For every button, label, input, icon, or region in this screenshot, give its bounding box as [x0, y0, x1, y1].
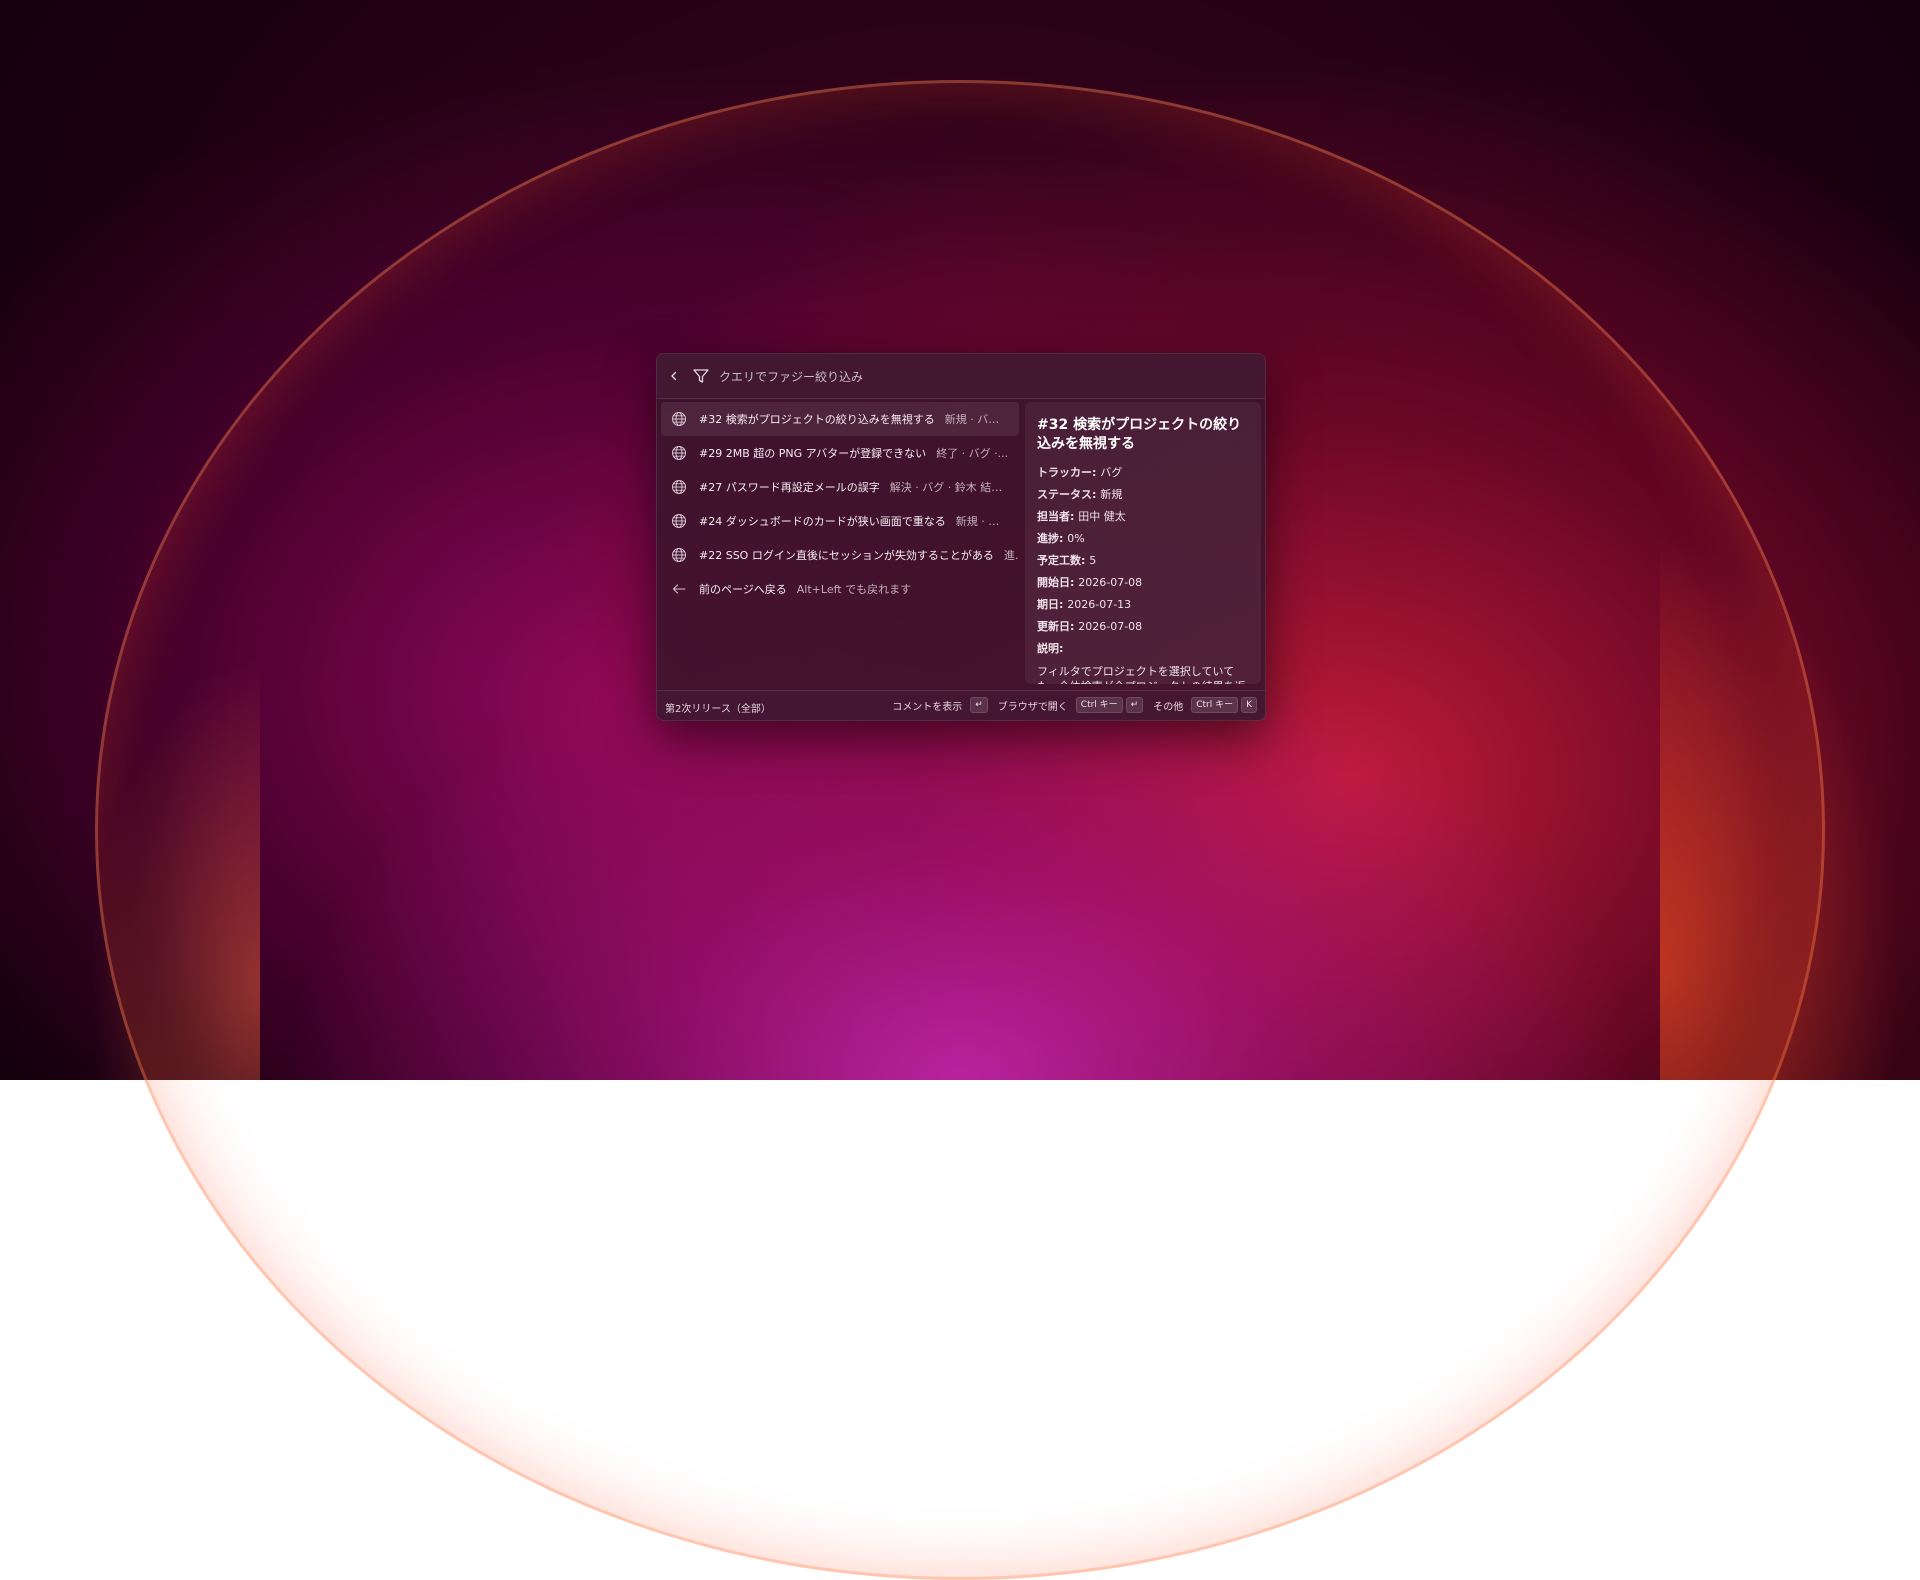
footer-actions: コメントを表示 ↵ ブラウザで開く Ctrl キー ↵ その他 Ctrl キー …: [882, 697, 1257, 713]
globe-icon: [669, 443, 689, 463]
list-item[interactable]: #24 ダッシュボードのカードが狭い画面で重なる 新規 · バグ ·...: [661, 504, 1019, 538]
globe-icon: [669, 511, 689, 531]
globe-icon: [669, 545, 689, 565]
list-item[interactable]: #27 パスワード再設定メールの誤字 解決 · バグ · 鈴木 結衣 ·...: [661, 470, 1019, 504]
list-item-title: #24 ダッシュボードのカードが狭い画面で重なる: [699, 515, 946, 528]
list-item-meta: 進行...: [1003, 549, 1019, 562]
list-item-title: #32 検索がプロジェクトの絞り込みを無視する: [699, 413, 935, 426]
filter-icon: [693, 369, 709, 383]
search-input[interactable]: [717, 363, 1251, 391]
detail-field-start-date: 開始日: 2026-07-08: [1037, 576, 1143, 589]
list-item-meta: 終了 · バグ ·...: [936, 447, 1009, 460]
results-list: #32 検索がプロジェクトの絞り込みを無視する 新規 · バグ ·... #29…: [661, 402, 1019, 686]
enter-key-hint: ↵: [1125, 697, 1144, 713]
arrow-left-icon: [669, 579, 689, 599]
detail-field-estimate: 予定工数: 5: [1037, 554, 1097, 567]
command-palette: #32 検索がプロジェクトの絞り込みを無視する 新規 · バグ ·... #29…: [656, 353, 1266, 721]
chevron-left-icon: [671, 371, 677, 381]
detail-description: フィルタでプロジェクトを選択していても、全体検索が全プロジェクトの結果を返します…: [1037, 665, 1246, 684]
detail-field-progress: 進捗: 0%: [1037, 532, 1085, 545]
detail-title: #32 検索がプロジェクトの絞り込みを無視する: [1037, 417, 1242, 452]
detail-field-due-date: 期日: 2026-07-13: [1037, 598, 1132, 611]
ctrl-key-hint: Ctrl キー: [1191, 697, 1239, 713]
back-item-title: 前のページへ戻る: [699, 583, 787, 596]
list-item[interactable]: #32 検索がプロジェクトの絞り込みを無視する 新規 · バグ ·...: [661, 402, 1019, 436]
context-label: 第2次リリース（全部）: [665, 704, 771, 715]
detail-field-updated: 更新日: 2026-07-08: [1037, 620, 1143, 633]
detail-fields: トラッカー: バグ ステータス: 新規 担当者: 田中 健太 進捗: 0% 予定…: [1037, 462, 1251, 684]
list-item-meta: 新規 · バグ ·...: [944, 413, 1017, 426]
list-item-title: #29 2MB 超の PNG アバターが登録できない: [699, 447, 927, 460]
list-item[interactable]: #22 SSO ログイン直後にセッションが失効することがある 進行...: [661, 538, 1019, 572]
globe-icon: [669, 409, 689, 429]
ctrl-key-hint: Ctrl キー: [1075, 697, 1123, 713]
more-actions-button[interactable]: その他: [1153, 698, 1183, 713]
back-list-item[interactable]: 前のページへ戻る Alt+Left でも戻れます: [661, 572, 1019, 606]
open-in-browser-button[interactable]: ブラウザで開く: [998, 698, 1068, 713]
back-button[interactable]: [663, 365, 685, 387]
enter-key-hint: ↵: [970, 697, 988, 713]
show-comments-button[interactable]: コメントを表示: [892, 698, 962, 713]
command-bar: 第2次リリース（全部） コメントを表示 ↵ ブラウザで開く Ctrl キー ↵ …: [657, 690, 1265, 720]
detail-field-assignee: 担当者: 田中 健太: [1037, 510, 1126, 523]
list-item-meta: 新規 · バグ ·...: [955, 515, 1019, 528]
list-item[interactable]: #29 2MB 超の PNG アバターが登録できない 終了 · バグ ·...: [661, 436, 1019, 470]
detail-field-status: ステータス: 新規: [1037, 488, 1123, 501]
detail-description-label: 説明:: [1037, 642, 1064, 655]
list-item-title: #27 パスワード再設定メールの誤字: [699, 481, 880, 494]
list-item-meta: 解決 · バグ · 鈴木 結衣 ·...: [889, 481, 1019, 494]
list-item-title: #22 SSO ログイン直後にセッションが失効することがある: [699, 549, 994, 562]
detail-field-tracker: トラッカー: バグ: [1037, 466, 1123, 479]
back-item-hint: Alt+Left でも戻れます: [796, 583, 912, 596]
details-pane: #32 検索がプロジェクトの絞り込みを無視する トラッカー: バグ ステータス:…: [1025, 402, 1261, 684]
search-bar: [657, 354, 1265, 399]
globe-icon: [669, 477, 689, 497]
k-key-hint: K: [1241, 697, 1257, 713]
